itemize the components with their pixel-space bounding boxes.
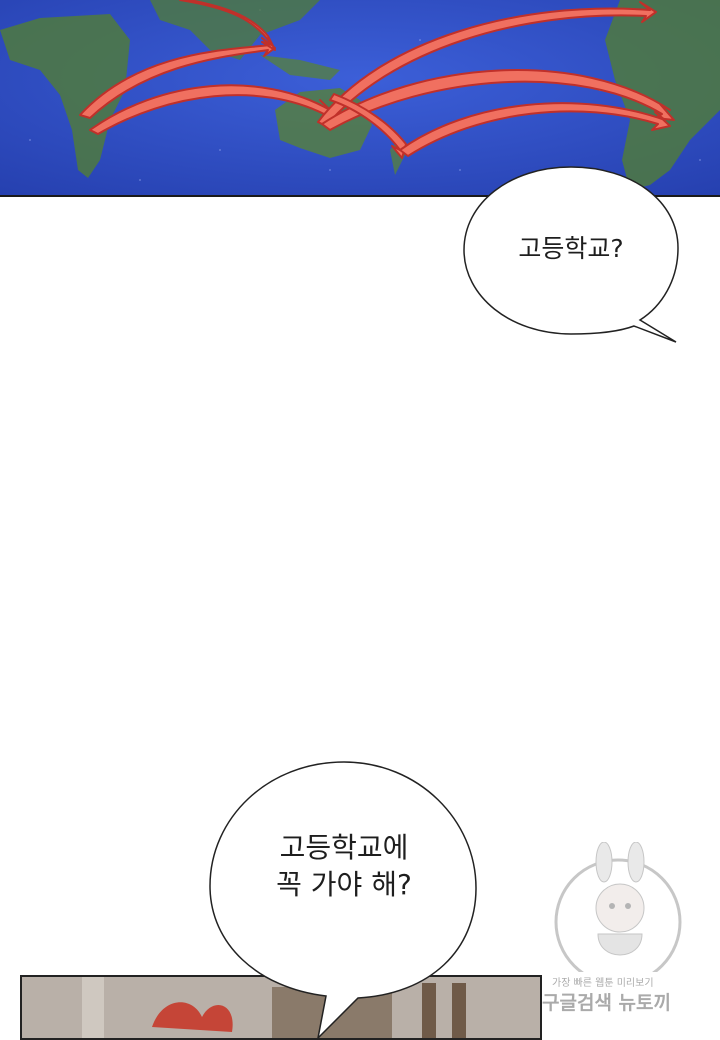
speech-bubble-2: 고등학교에 꼭 가야 해? [208,760,480,1040]
watermark-line1: 가장 빠른 웹툰 미리보기 [552,978,654,989]
speech-bubble-1: 고등학교? [462,166,684,346]
watermark: 가장 빠른 웹툰 미리보기 구글검색 뉴토끼 [538,841,698,1032]
bubble-text-1: 고등학교? [518,234,624,263]
rabbit-mascot-icon [554,841,682,986]
watermark-line2: 구글검색 뉴토끼 [542,992,671,1014]
bubble-text-2: 고등학교에 꼭 가야 해? [276,831,412,901]
